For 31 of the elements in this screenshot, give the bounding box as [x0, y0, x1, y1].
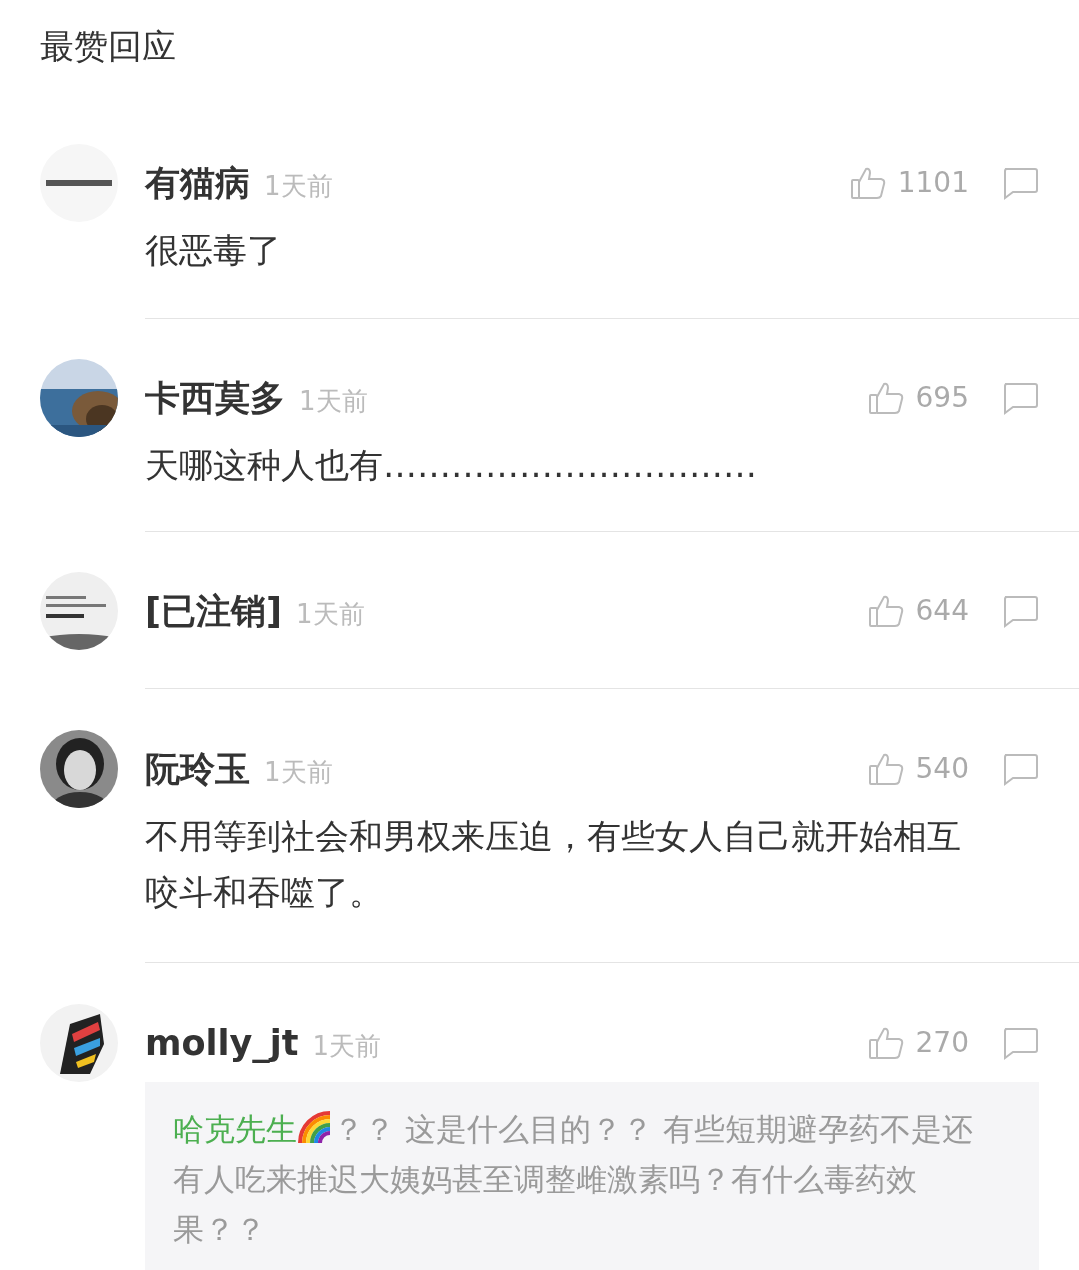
comment-text: 很恶毒了 — [145, 229, 282, 272]
comment-icon[interactable] — [1001, 752, 1039, 786]
section-title: 最赞回应 — [39, 25, 177, 68]
like-count: 540 — [915, 751, 969, 787]
comment-icon[interactable] — [1001, 1026, 1039, 1060]
timestamp: 1天前 — [264, 169, 333, 203]
comment-text: 不用等到社会和男权来压迫，有些女人自己就开始相互咬斗和吞噬了。 — [145, 815, 962, 914]
like-count: 644 — [915, 593, 969, 629]
timestamp: 1天前 — [299, 384, 368, 418]
timestamp: 1天前 — [312, 1029, 382, 1063]
author-name[interactable]: 卡西莫多 — [145, 371, 285, 425]
quoted-reply: 哈克先生 ？？ 这是什么目的？？ 有些短期避孕药不是还有人吃来推迟大姨妈甚至调整雌激素吗？有什么毒药效果？？ — [145, 1082, 1039, 1270]
comment-text: 天哪这种人也有…………………………… — [145, 444, 758, 487]
comment-icon[interactable] — [1001, 594, 1039, 628]
comment-icon[interactable] — [1001, 381, 1039, 415]
like-count: 695 — [915, 380, 969, 416]
thumbs-up-icon[interactable] — [867, 751, 904, 787]
like-count: 1101 — [897, 165, 969, 201]
author-name[interactable]: [已注销] — [145, 584, 282, 638]
comment-icon[interactable] — [1001, 166, 1039, 200]
rainbow-icon — [297, 1110, 333, 1144]
timestamp: 1天前 — [264, 755, 333, 789]
thumbs-up-icon[interactable] — [867, 1025, 904, 1061]
thumbs-up-icon[interactable] — [867, 593, 904, 629]
thumbs-up-icon[interactable] — [867, 380, 904, 416]
author-name[interactable]: 阮玲玉 — [145, 742, 250, 796]
like-count: 270 — [915, 1025, 969, 1061]
author-name[interactable]: 有猫病 — [145, 156, 250, 210]
thumbs-up-icon[interactable] — [849, 165, 886, 201]
author-name[interactable]: molly_jt — [145, 1016, 299, 1070]
timestamp: 1天前 — [296, 597, 365, 631]
